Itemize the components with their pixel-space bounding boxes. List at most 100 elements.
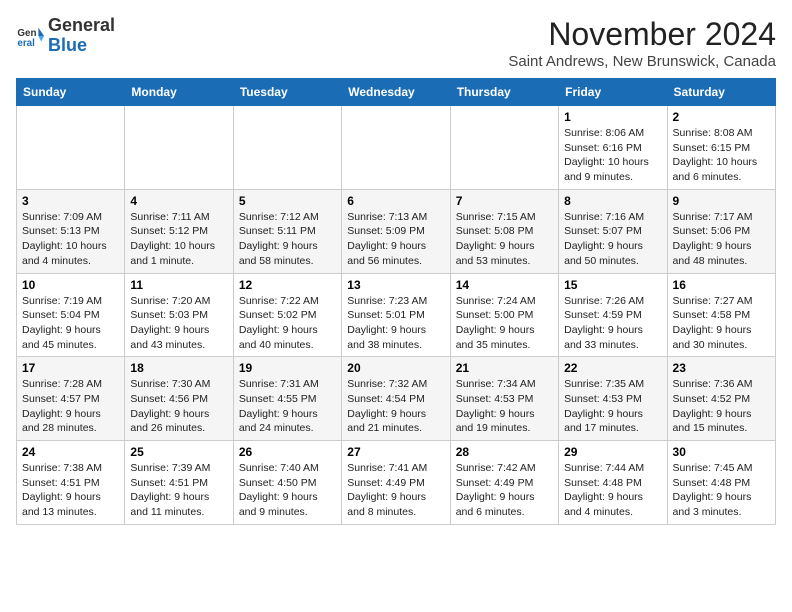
day-number: 28 [456,445,553,459]
cell-1-2: 5 Sunrise: 7:12 AMSunset: 5:11 PMDaylight… [233,189,341,273]
day-info: Sunrise: 7:12 AMSunset: 5:11 PMDaylight:… [239,210,336,269]
day-number: 25 [130,445,227,459]
day-info: Sunrise: 7:20 AMSunset: 5:03 PMDaylight:… [130,294,227,353]
day-info: Sunrise: 7:41 AMSunset: 4:49 PMDaylight:… [347,461,444,520]
day-info: Sunrise: 7:09 AMSunset: 5:13 PMDaylight:… [22,210,119,269]
day-info: Sunrise: 7:38 AMSunset: 4:51 PMDaylight:… [22,461,119,520]
calendar-table: Sunday Monday Tuesday Wednesday Thursday… [16,78,776,525]
cell-4-3: 27 Sunrise: 7:41 AMSunset: 4:49 PMDayligh… [342,441,450,525]
day-info: Sunrise: 7:27 AMSunset: 4:58 PMDaylight:… [673,294,770,353]
day-number: 19 [239,361,336,375]
cell-3-1: 18 Sunrise: 7:30 AMSunset: 4:56 PMDayligh… [125,357,233,441]
title-block: November 2024 Saint Andrews, New Brunswi… [508,16,776,70]
col-sunday: Sunday [17,79,125,106]
day-info: Sunrise: 7:45 AMSunset: 4:48 PMDaylight:… [673,461,770,520]
day-info: Sunrise: 7:13 AMSunset: 5:09 PMDaylight:… [347,210,444,269]
week-row-3: 17 Sunrise: 7:28 AMSunset: 4:57 PMDayligh… [17,357,776,441]
week-row-0: 1Sunrise: 8:06 AMSunset: 6:16 PMDaylight… [17,106,776,190]
cell-1-6: 9 Sunrise: 7:17 AMSunset: 5:06 PMDaylight… [667,189,775,273]
week-row-2: 10Sunrise: 7:19 AMSunset: 5:04 PMDayligh… [17,273,776,357]
day-number: 15 [564,278,661,292]
location-subtitle: Saint Andrews, New Brunswick, Canada [508,53,776,70]
day-number: 20 [347,361,444,375]
day-info: Sunrise: 7:34 AMSunset: 4:53 PMDaylight:… [456,377,553,436]
page-header: Gen eral General Blue November 2024 Sain… [16,16,776,70]
day-info: Sunrise: 7:31 AMSunset: 4:55 PMDaylight:… [239,377,336,436]
col-monday: Monday [125,79,233,106]
cell-0-3 [342,106,450,190]
cell-4-2: 26 Sunrise: 7:40 AMSunset: 4:50 PMDayligh… [233,441,341,525]
cell-2-2: 12Sunrise: 7:22 AMSunset: 5:02 PMDayligh… [233,273,341,357]
day-number: 6 [347,194,444,208]
day-number: 18 [130,361,227,375]
col-friday: Friday [559,79,667,106]
day-info: Sunrise: 7:39 AMSunset: 4:51 PMDaylight:… [130,461,227,520]
cell-1-1: 4Sunrise: 7:11 AMSunset: 5:12 PMDaylight… [125,189,233,273]
day-info: Sunrise: 7:36 AMSunset: 4:52 PMDaylight:… [673,377,770,436]
col-saturday: Saturday [667,79,775,106]
cell-2-5: 15Sunrise: 7:26 AMSunset: 4:59 PMDayligh… [559,273,667,357]
day-number: 9 [673,194,770,208]
day-number: 1 [564,110,661,124]
day-number: 26 [239,445,336,459]
day-number: 13 [347,278,444,292]
logo-blue-text: Blue [48,35,87,55]
day-number: 14 [456,278,553,292]
cell-4-0: 24 Sunrise: 7:38 AMSunset: 4:51 PMDayligh… [17,441,125,525]
cell-3-4: 21 Sunrise: 7:34 AMSunset: 4:53 PMDayligh… [450,357,558,441]
cell-3-2: 19 Sunrise: 7:31 AMSunset: 4:55 PMDayligh… [233,357,341,441]
cell-1-4: 7Sunrise: 7:15 AMSunset: 5:08 PMDaylight… [450,189,558,273]
col-thursday: Thursday [450,79,558,106]
cell-2-3: 13Sunrise: 7:23 AMSunset: 5:01 PMDayligh… [342,273,450,357]
day-number: 22 [564,361,661,375]
cell-3-6: 23Sunrise: 7:36 AMSunset: 4:52 PMDayligh… [667,357,775,441]
cell-2-4: 14 Sunrise: 7:24 AMSunset: 5:00 PMDayligh… [450,273,558,357]
cell-4-4: 28 Sunrise: 7:42 AMSunset: 4:49 PMDayligh… [450,441,558,525]
day-info: Sunrise: 7:42 AMSunset: 4:49 PMDaylight:… [456,461,553,520]
col-tuesday: Tuesday [233,79,341,106]
logo-general-text: General [48,15,115,35]
day-number: 2 [673,110,770,124]
week-row-4: 24 Sunrise: 7:38 AMSunset: 4:51 PMDayligh… [17,441,776,525]
cell-0-2 [233,106,341,190]
day-info: Sunrise: 7:30 AMSunset: 4:56 PMDaylight:… [130,377,227,436]
cell-0-0 [17,106,125,190]
cell-1-0: 3 Sunrise: 7:09 AMSunset: 5:13 PMDaylight… [17,189,125,273]
cell-0-4 [450,106,558,190]
cell-3-0: 17 Sunrise: 7:28 AMSunset: 4:57 PMDayligh… [17,357,125,441]
day-info: Sunrise: 7:15 AMSunset: 5:08 PMDaylight:… [456,210,553,269]
logo: Gen eral General Blue [16,16,115,56]
day-info: Sunrise: 7:11 AMSunset: 5:12 PMDaylight:… [130,210,227,269]
day-info: Sunrise: 7:28 AMSunset: 4:57 PMDaylight:… [22,377,119,436]
cell-2-1: 11 Sunrise: 7:20 AMSunset: 5:03 PMDayligh… [125,273,233,357]
logo-icon: Gen eral [16,22,44,50]
day-info: Sunrise: 8:08 AMSunset: 6:15 PMDaylight:… [673,126,770,185]
cell-0-6: 2 Sunrise: 8:08 AMSunset: 6:15 PMDaylight… [667,106,775,190]
day-number: 29 [564,445,661,459]
day-info: Sunrise: 7:16 AMSunset: 5:07 PMDaylight:… [564,210,661,269]
week-row-1: 3 Sunrise: 7:09 AMSunset: 5:13 PMDaylight… [17,189,776,273]
cell-1-3: 6 Sunrise: 7:13 AMSunset: 5:09 PMDaylight… [342,189,450,273]
day-number: 24 [22,445,119,459]
day-number: 27 [347,445,444,459]
day-number: 12 [239,278,336,292]
day-number: 8 [564,194,661,208]
day-info: Sunrise: 7:40 AMSunset: 4:50 PMDaylight:… [239,461,336,520]
svg-text:eral: eral [17,38,35,49]
cell-1-5: 8 Sunrise: 7:16 AMSunset: 5:07 PMDaylight… [559,189,667,273]
cell-2-0: 10Sunrise: 7:19 AMSunset: 5:04 PMDayligh… [17,273,125,357]
day-number: 11 [130,278,227,292]
day-number: 3 [22,194,119,208]
day-number: 5 [239,194,336,208]
day-number: 30 [673,445,770,459]
day-number: 21 [456,361,553,375]
cell-3-3: 20 Sunrise: 7:32 AMSunset: 4:54 PMDayligh… [342,357,450,441]
day-number: 16 [673,278,770,292]
day-number: 17 [22,361,119,375]
day-number: 10 [22,278,119,292]
day-info: Sunrise: 7:17 AMSunset: 5:06 PMDaylight:… [673,210,770,269]
day-info: Sunrise: 7:24 AMSunset: 5:00 PMDaylight:… [456,294,553,353]
cell-4-6: 30 Sunrise: 7:45 AMSunset: 4:48 PMDayligh… [667,441,775,525]
day-info: Sunrise: 7:32 AMSunset: 4:54 PMDaylight:… [347,377,444,436]
header-row: Sunday Monday Tuesday Wednesday Thursday… [17,79,776,106]
